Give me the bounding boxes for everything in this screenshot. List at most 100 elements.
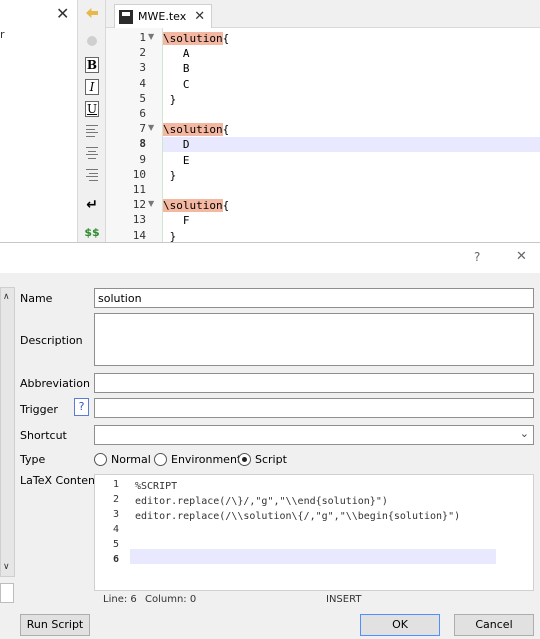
save-icon[interactable]: [119, 9, 133, 24]
line-number: 6: [139, 107, 146, 120]
radio-environment[interactable]: Environment: [154, 453, 241, 466]
latex-code-line: editor.replace(/\}/,"g","\\end{solution}…: [135, 496, 388, 507]
code-line: }: [163, 92, 177, 106]
macro-dialog: ? ✕ ∧ ∨ Name solution Description Abbrev…: [0, 242, 540, 639]
code-line: E: [163, 153, 190, 167]
name-field[interactable]: solution: [94, 288, 534, 308]
code-line: }: [163, 168, 177, 182]
latex-code-line: editor.replace(/\\solution\{/,"g","\\beg…: [135, 511, 461, 522]
close-panel-icon[interactable]: ✕: [56, 4, 69, 23]
fold-icon[interactable]: ▼: [148, 199, 154, 208]
abbreviation-field[interactable]: [94, 373, 534, 393]
format-toolbar: B I U ↵ $$: [78, 0, 106, 242]
cancel-button[interactable]: Cancel: [454, 614, 534, 636]
line-number: 13: [132, 213, 146, 227]
line-number: 2: [139, 46, 146, 60]
line-number: 9: [139, 152, 146, 166]
keyword-token: \solution: [163, 32, 223, 45]
close-icon[interactable]: ✕: [516, 249, 527, 264]
list-button[interactable]: [0, 583, 14, 603]
keyword-token: \solution: [163, 199, 223, 213]
trigger-help-button[interactable]: ?: [74, 398, 89, 416]
latex-line-number: 1: [112, 479, 119, 490]
math-icon[interactable]: $$: [84, 224, 100, 240]
shortcut-combobox[interactable]: ⌄: [94, 425, 534, 445]
abbreviation-label: Abbreviation: [20, 377, 90, 390]
scroll-up-icon[interactable]: ∧: [3, 292, 10, 302]
line-number: 4: [139, 76, 146, 90]
code-line: D: [163, 137, 540, 153]
scroll-down-icon[interactable]: ∨: [3, 562, 10, 572]
newline-icon[interactable]: ↵: [84, 197, 100, 213]
radio-normal[interactable]: Normal: [94, 453, 151, 466]
tab-bar: MWE.tex ✕: [106, 0, 540, 28]
line-number: 12: [132, 198, 146, 212]
line-number: 11: [132, 183, 146, 196]
editor-area: ✕ r B I U ↵ $$ MWE.tex ✕ 1 ▼ 2 3 4 5 6 7…: [0, 0, 540, 243]
name-label: Name: [20, 292, 53, 305]
tab-label: MWE.tex: [138, 10, 187, 23]
radio-script[interactable]: Script: [238, 453, 287, 466]
latex-line-number: 2: [112, 494, 119, 505]
latex-line-number: 3: [112, 509, 119, 520]
radio-environment-label: Environment: [171, 453, 242, 466]
structure-panel: ✕ r: [0, 0, 78, 242]
shortcut-label: Shortcut: [20, 429, 67, 442]
radio-normal-label: Normal: [111, 453, 151, 466]
keyword-token: \solution: [163, 123, 223, 137]
macro-list-scrollbar[interactable]: ∧ ∨: [0, 287, 15, 577]
help-icon[interactable]: ?: [474, 250, 480, 264]
line-number: 10: [132, 167, 146, 181]
latex-content-editor[interactable]: 1 %SCRIPT 2 editor.replace(/\}/,"g","\\end{…: [94, 474, 534, 591]
description-field[interactable]: [94, 313, 534, 366]
code-line: F: [163, 214, 190, 228]
underline-icon[interactable]: U: [84, 101, 100, 117]
latex-line-number: 4: [112, 524, 119, 535]
line-number: 14: [132, 228, 146, 242]
code-editor[interactable]: \solution{ A B C } \solution{ D E } \sol…: [162, 28, 540, 243]
line-number: 5: [139, 91, 146, 105]
line-gutter: 1 ▼ 2 3 4 5 6 7 ▼ 8 9 10 11 12 ▼ 13 14: [106, 28, 162, 242]
align-center-icon[interactable]: [84, 145, 100, 161]
line-number: 1: [139, 31, 146, 44]
radio-environment-dot[interactable]: [154, 453, 167, 466]
bold-icon[interactable]: B: [84, 57, 100, 73]
trigger-field[interactable]: [94, 398, 534, 418]
code-line: \solution{: [163, 199, 230, 213]
status-line: Line: 6: [103, 594, 137, 605]
line-number: 3: [139, 61, 146, 75]
fold-icon[interactable]: ▼: [148, 123, 154, 132]
code-line: C: [163, 77, 190, 91]
code-line: B: [163, 62, 190, 76]
current-line-highlight: [130, 549, 496, 564]
latex-line-number: 5: [112, 539, 119, 550]
disabled-icon: [84, 33, 100, 49]
description-label: Description: [20, 334, 83, 347]
chevron-down-icon[interactable]: ⌄: [520, 427, 529, 440]
radio-normal-dot[interactable]: [94, 453, 107, 466]
trigger-label: Trigger: [20, 403, 58, 416]
code-line: \solution{: [163, 123, 230, 137]
italic-icon[interactable]: I: [84, 79, 100, 95]
ok-button[interactable]: OK: [360, 614, 440, 636]
radio-script-label: Script: [255, 453, 287, 466]
tab-mwe[interactable]: MWE.tex ✕: [114, 4, 212, 28]
panel-item[interactable]: r: [0, 28, 5, 41]
fold-icon[interactable]: ▼: [148, 32, 154, 41]
latex-line-number: 6: [112, 554, 119, 565]
line-number: 8: [139, 137, 146, 151]
line-number: 7: [139, 122, 146, 136]
run-script-button[interactable]: Run Script: [20, 614, 90, 636]
type-label: Type: [20, 453, 46, 466]
code-line: \solution{: [163, 32, 230, 45]
status-column: Column: 0: [145, 594, 197, 605]
latex-content-label: LaTeX Content: [20, 474, 100, 487]
close-tab-icon[interactable]: ✕: [194, 9, 205, 24]
radio-script-dot[interactable]: [238, 453, 251, 466]
back-icon[interactable]: [84, 5, 100, 21]
align-right-icon[interactable]: [84, 167, 100, 183]
align-left-icon[interactable]: [84, 123, 100, 139]
code-line: A: [163, 47, 190, 61]
